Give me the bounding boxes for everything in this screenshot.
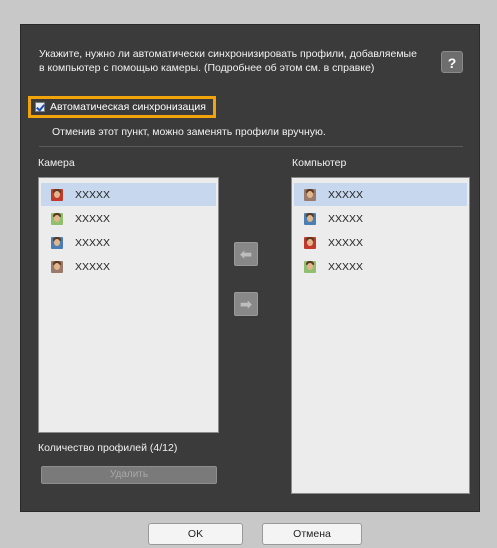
cancel-button[interactable]: Отмена (262, 523, 362, 545)
profile-avatar-icon (304, 260, 316, 273)
description-text: Укажите, нужно ли автоматически синхрони… (39, 48, 417, 74)
profile-name: XXXXX (75, 188, 111, 201)
computer-profile-list[interactable]: XXXXX XXXXX XXXXX XXXXX (291, 177, 470, 494)
profile-name: XXXXX (328, 188, 364, 201)
arrow-left-icon: ⬅ (240, 246, 252, 262)
computer-list-item[interactable]: XXXXX (294, 207, 467, 230)
manual-replace-note: Отменив этот пункт, можно заменять профи… (52, 126, 326, 138)
profile-avatar-icon (51, 236, 63, 249)
profile-name: XXXXX (328, 212, 364, 225)
arrow-right-icon: ➡ (240, 296, 252, 312)
profile-name: XXXXX (328, 260, 364, 273)
computer-list-item[interactable]: XXXXX (294, 183, 467, 206)
divider (39, 146, 463, 147)
camera-profile-list[interactable]: XXXXX XXXXX XXXXX XXXXX (38, 177, 219, 433)
profile-avatar-icon (51, 260, 63, 273)
profile-avatar-icon (51, 212, 63, 225)
camera-list-item[interactable]: XXXXX (41, 207, 216, 230)
camera-list-item[interactable]: XXXXX (41, 255, 216, 278)
profile-avatar-icon (304, 236, 316, 249)
profile-count: Количество профилей (4/12) (38, 442, 178, 454)
ok-button[interactable]: OK (148, 523, 243, 545)
computer-list-title: Компьютер (292, 157, 347, 169)
dialog-panel: Укажите, нужно ли автоматически синхрони… (20, 24, 480, 512)
profile-avatar-icon (304, 212, 316, 225)
profile-name: XXXXX (75, 236, 111, 249)
camera-list-title: Камера (38, 157, 75, 169)
profile-avatar-icon (51, 188, 63, 201)
help-button[interactable]: ? (441, 51, 463, 73)
auto-sync-checkbox[interactable] (35, 102, 45, 112)
move-to-computer-button[interactable]: ➡ (234, 292, 258, 316)
move-to-camera-button[interactable]: ⬅ (234, 242, 258, 266)
profile-name: XXXXX (75, 260, 111, 273)
profile-name: XXXXX (328, 236, 364, 249)
computer-list-item[interactable]: XXXXX (294, 255, 467, 278)
computer-list-item[interactable]: XXXXX (294, 231, 467, 254)
camera-list-item[interactable]: XXXXX (41, 231, 216, 254)
auto-sync-label: Автоматическая синхронизация (50, 101, 206, 113)
auto-sync-option[interactable]: Автоматическая синхронизация (28, 96, 216, 118)
profile-avatar-icon (304, 188, 316, 201)
profile-name: XXXXX (75, 212, 111, 225)
camera-list-item[interactable]: XXXXX (41, 183, 216, 206)
delete-button[interactable]: Удалить (41, 466, 217, 484)
